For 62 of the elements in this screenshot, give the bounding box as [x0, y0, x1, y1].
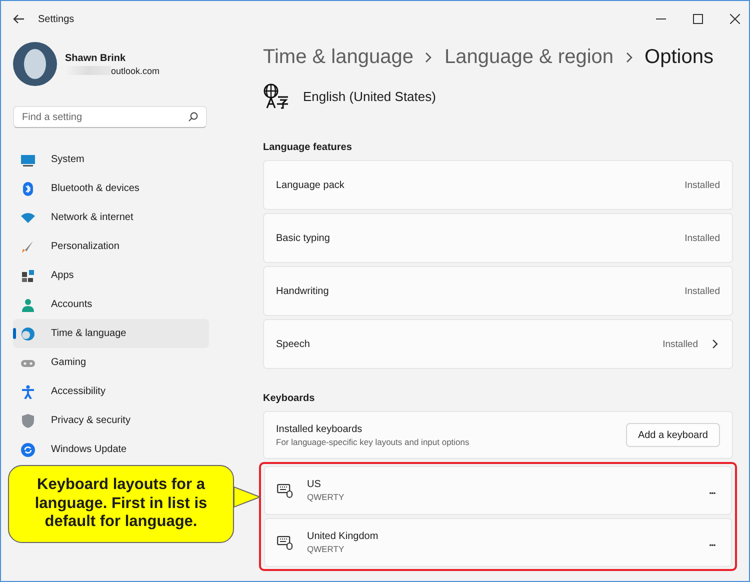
- person-icon: [21, 298, 35, 312]
- language-icon: [263, 83, 289, 109]
- keyboard-name: United Kingdom: [307, 531, 378, 542]
- sidebar-item[interactable]: Accounts: [13, 290, 209, 319]
- sidebar-item[interactable]: Privacy & security: [13, 406, 209, 435]
- sidebar-item[interactable]: Apps: [13, 261, 209, 290]
- sidebar-item[interactable]: Personalization: [13, 232, 209, 261]
- sidebar-item[interactable]: System: [13, 145, 209, 174]
- breadcrumb-link[interactable]: Time & language: [263, 46, 414, 68]
- keyboard-layout: QWERTY: [307, 544, 346, 554]
- bluetooth-icon: [21, 182, 35, 196]
- keyboard-name: US: [307, 479, 322, 490]
- accessibility-icon: [21, 384, 35, 398]
- apps-icon: [21, 268, 35, 282]
- language-name: English (United States): [303, 88, 436, 104]
- chevron-icon: [626, 52, 633, 62]
- feature-status: Installed: [684, 232, 720, 244]
- keyboard-row[interactable]: US QWERTY ...: [264, 466, 732, 515]
- feature-row[interactable]: Speech Installed: [263, 319, 733, 369]
- window-title: Settings: [38, 14, 74, 24]
- avatar: [13, 42, 57, 86]
- card-title: Installed keyboards: [276, 424, 364, 434]
- monitor-icon: [21, 152, 35, 166]
- chevron-icon: [712, 339, 718, 349]
- refresh-icon: [21, 442, 35, 456]
- feature-status: Installed: [684, 180, 720, 190]
- feature-status: Installed: [684, 286, 720, 296]
- card-subtitle: For language-specific key layouts and input options: [276, 436, 470, 446]
- feature-label: Basic typing: [276, 232, 330, 244]
- sidebar-item[interactable]: Accessibility: [13, 377, 209, 406]
- keyboard-row[interactable]: United Kingdom QWERTY ...: [264, 518, 732, 567]
- sidebar-item[interactable]: Time & language: [13, 319, 209, 348]
- breadcrumb-link[interactable]: Language & region: [444, 46, 614, 68]
- shield-icon: [21, 414, 35, 428]
- back-icon[interactable]: [13, 14, 25, 24]
- search-icon: [188, 112, 198, 122]
- sidebar-item[interactable]: Bluetooth & devices: [13, 174, 209, 203]
- add-keyboard-button[interactable]: Add a keyboard: [626, 423, 720, 447]
- feature-label: Handwriting: [276, 286, 329, 296]
- feature-label: Speech: [276, 338, 310, 350]
- more-options-button[interactable]: ...: [704, 484, 719, 496]
- keyboard-icon: [277, 536, 293, 550]
- chevron-icon: [425, 52, 432, 62]
- maximize-icon[interactable]: [693, 14, 703, 24]
- sidebar-item[interactable]: Gaming: [13, 348, 209, 377]
- feature-label: Language pack: [276, 180, 344, 190]
- sidebar-item[interactable]: Network & internet: [13, 203, 209, 232]
- account-email: outlook.com: [111, 66, 160, 76]
- sidebar-item[interactable]: Windows Update: [13, 435, 209, 464]
- brush-icon: [21, 240, 35, 254]
- search-field[interactable]: Find a setting: [13, 106, 207, 128]
- keyboard-icon: [277, 484, 293, 498]
- close-icon[interactable]: [730, 14, 740, 24]
- callout-text: Keyboard layouts for a language. First in list is default for language.: [34, 476, 208, 532]
- section-heading: Keyboards: [263, 393, 316, 404]
- page-title: Options: [644, 46, 714, 68]
- feature-status: Installed: [662, 338, 698, 350]
- more-options-button[interactable]: ...: [704, 536, 719, 548]
- account-name: Shawn Brink: [65, 52, 127, 64]
- keyboard-layout: QWERTY: [307, 492, 344, 502]
- wifi-icon: [21, 210, 35, 224]
- section-heading: Language features: [263, 142, 353, 153]
